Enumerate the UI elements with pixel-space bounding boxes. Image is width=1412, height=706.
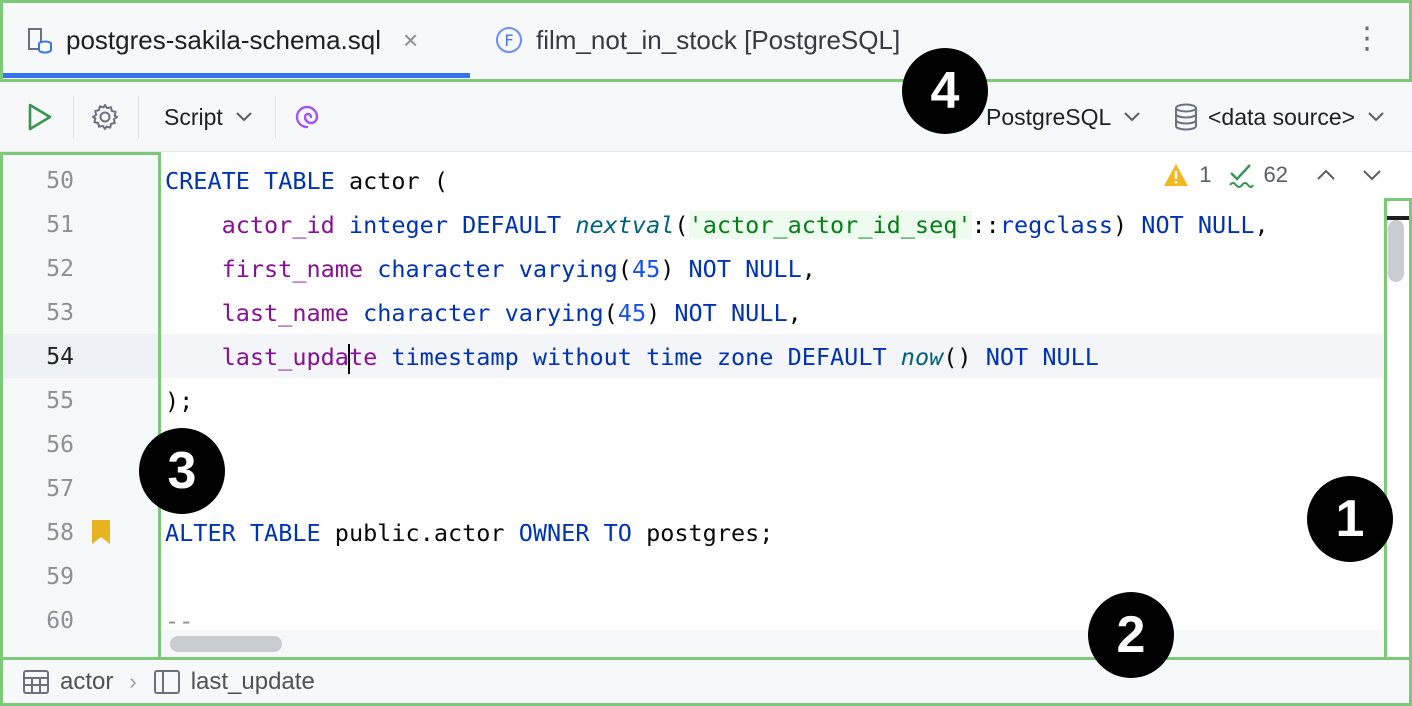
code-line-58: ALTER TABLE public.actor OWNER TO postgr… — [165, 519, 774, 547]
chevron-down-icon — [236, 112, 252, 122]
run-button[interactable] — [26, 82, 54, 152]
line-number: 52 — [46, 256, 74, 282]
database-icon — [1175, 103, 1197, 131]
vertical-scroll-thumb[interactable] — [1388, 220, 1404, 282]
ok-count: 62 — [1263, 162, 1288, 187]
editor-gutter[interactable]: 50 51 52 53 54 55 56 57 58 59 60 — [0, 152, 202, 658]
warning-icon — [1164, 164, 1189, 186]
settings-button[interactable] — [90, 82, 120, 152]
chevron-up-icon[interactable] — [1316, 168, 1336, 182]
dialect-label: PostgreSQL — [986, 103, 1112, 130]
callout-badge: 2 — [1088, 592, 1174, 678]
breadcrumb-column-label: last_update — [190, 668, 315, 695]
dialect-dropdown[interactable]: PostgreSQL — [986, 82, 1141, 152]
toolbar-divider — [73, 96, 74, 138]
datasource-label: <data source> — [1208, 103, 1356, 130]
ai-swirl-icon — [295, 105, 319, 129]
line-number: 51 — [46, 212, 74, 238]
tab-postgres-sakila-schema[interactable]: postgres-sakila-schema.sql × — [24, 0, 470, 80]
more-options-icon[interactable]: ⋮ — [1352, 24, 1382, 54]
line-number: 50 — [46, 168, 74, 194]
function-icon: F — [494, 25, 524, 55]
breadcrumb: actor › last_update — [0, 658, 1412, 706]
breadcrumb-column[interactable]: last_update — [153, 668, 315, 696]
line-number: 59 — [46, 564, 74, 590]
tab-label: postgres-sakila-schema.sql — [66, 24, 382, 55]
horizontal-scroll-thumb[interactable] — [170, 636, 282, 652]
ai-assistant-button[interactable] — [292, 82, 322, 152]
tab-film-not-in-stock[interactable]: F film_not_in_stock [PostgreSQL] — [494, 0, 900, 80]
active-tab-indicator — [0, 73, 470, 78]
code-line-51: actor_id integer DEFAULT nextval('actor_… — [221, 211, 1269, 239]
column-icon — [153, 670, 180, 694]
script-dropdown[interactable]: Script — [164, 82, 253, 152]
line-number: 57 — [46, 476, 74, 502]
code-line-53: last_name character varying(45) NOT NULL… — [221, 299, 802, 327]
line-number: 55 — [46, 388, 74, 414]
breadcrumb-table[interactable]: actor — [22, 668, 113, 696]
code-line-55: ); — [165, 387, 194, 415]
horizontal-scrollbar[interactable] — [160, 630, 1386, 658]
breadcrumb-table-label: actor — [60, 668, 114, 695]
inspection-widget[interactable]: 1 62 — [1157, 162, 1386, 188]
line-number: 60 — [46, 608, 74, 634]
line-number: 53 — [46, 300, 74, 326]
gear-icon — [92, 104, 118, 130]
callout-badge: 3 — [139, 428, 225, 514]
code-line-52: first_name character varying(45) NOT NUL… — [221, 255, 816, 283]
close-icon[interactable]: × — [403, 25, 418, 56]
breadcrumb-separator: › — [129, 669, 137, 694]
table-icon — [23, 670, 49, 694]
editor-toolbar: Script PostgreSQL <data source> — [0, 82, 1412, 152]
toolbar-divider — [275, 96, 276, 138]
chevron-down-icon[interactable] — [1362, 168, 1382, 182]
toolbar-divider — [138, 96, 139, 138]
callout-badge: 1 — [1307, 476, 1393, 562]
code-editor[interactable]: CREATE TABLE actor ( actor_id integer DE… — [160, 152, 1386, 658]
typo-check-icon — [1228, 164, 1254, 188]
chevron-down-icon — [1124, 112, 1141, 122]
code-line-50: CREATE TABLE actor ( — [165, 167, 448, 195]
play-icon — [28, 103, 52, 131]
tab-label: film_not_in_stock [PostgreSQL] — [536, 24, 901, 55]
warning-count: 1 — [1199, 162, 1212, 187]
datasource-dropdown[interactable]: <data source> — [1172, 82, 1385, 152]
line-number: 56 — [46, 432, 74, 458]
code-line-54: last_update timestamp without time zone … — [165, 335, 1099, 379]
sql-file-icon — [24, 25, 54, 55]
bookmark-icon[interactable] — [90, 518, 112, 551]
script-dropdown-label: Script — [164, 103, 223, 130]
vertical-scrollbar[interactable] — [1386, 200, 1410, 658]
callout-badge: 4 — [902, 48, 988, 134]
line-number: 58 — [46, 520, 74, 546]
chevron-down-icon — [1368, 112, 1384, 122]
line-number-current: 54 — [46, 344, 74, 370]
editor-tab-bar: postgres-sakila-schema.sql × F film_not_… — [0, 0, 1412, 82]
